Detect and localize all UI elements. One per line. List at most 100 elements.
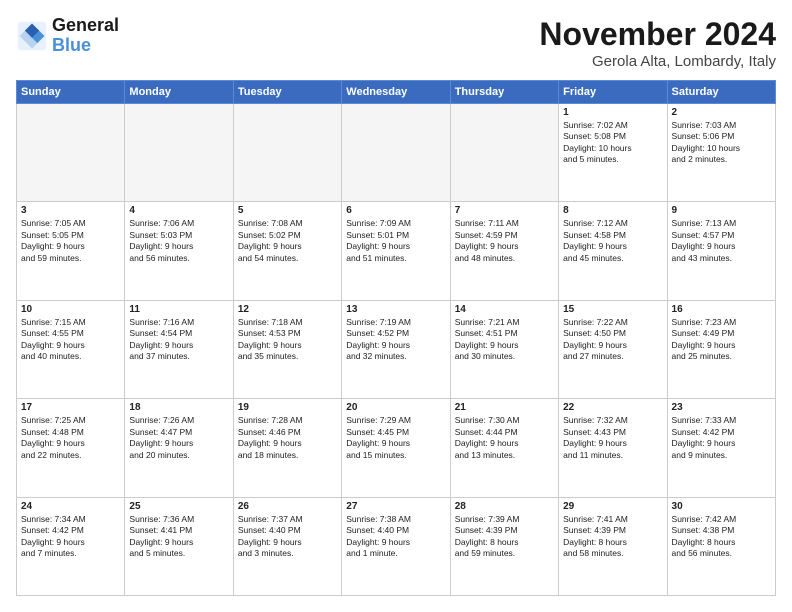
day-number: 13 <box>346 304 445 315</box>
day-info: Sunrise: 7:19 AM Sunset: 4:52 PM Dayligh… <box>346 317 445 363</box>
day-info: Sunrise: 7:03 AM Sunset: 5:06 PM Dayligh… <box>672 120 771 166</box>
calendar-cell: 17 Sunrise: 7:25 AM Sunset: 4:48 PM Dayli… <box>17 399 125 497</box>
day-number: 18 <box>129 402 228 413</box>
day-info: Sunrise: 7:36 AM Sunset: 4:41 PM Dayligh… <box>129 514 228 560</box>
calendar-cell: 11Sunrise: 7:16 AM Sunset: 4:54 PM Dayli… <box>125 300 233 398</box>
day-info: Sunrise: 7:26 AM Sunset: 4:47 PM Dayligh… <box>129 415 228 461</box>
day-number: 9 <box>672 205 771 216</box>
col-header-wednesday: Wednesday <box>342 81 450 104</box>
day-number: 23 <box>672 402 771 413</box>
calendar-cell: 21Sunrise: 7:30 AM Sunset: 4:44 PM Dayli… <box>450 399 558 497</box>
week-row: 17 Sunrise: 7:25 AM Sunset: 4:48 PM Dayli… <box>17 399 776 497</box>
calendar-cell: 18 Sunrise: 7:26 AM Sunset: 4:47 PM Dayli… <box>125 399 233 497</box>
day-info: Sunrise: 7:30 AM Sunset: 4:44 PM Dayligh… <box>455 415 554 461</box>
day-info: Sunrise: 7:37 AM Sunset: 4:40 PM Dayligh… <box>238 514 337 560</box>
calendar-cell: 23 Sunrise: 7:33 AM Sunset: 4:42 PM Dayli… <box>667 399 775 497</box>
day-number: 17 <box>21 402 120 413</box>
day-number: 2 <box>672 107 771 118</box>
calendar-cell: 13 Sunrise: 7:19 AM Sunset: 4:52 PM Dayli… <box>342 300 450 398</box>
day-info: Sunrise: 7:12 AM Sunset: 4:58 PM Dayligh… <box>563 218 662 264</box>
calendar-cell: 9 Sunrise: 7:13 AM Sunset: 4:57 PM Daylig… <box>667 202 775 300</box>
day-info: Sunrise: 7:28 AM Sunset: 4:46 PM Dayligh… <box>238 415 337 461</box>
calendar-cell: 16 Sunrise: 7:23 AM Sunset: 4:49 PM Dayli… <box>667 300 775 398</box>
day-number: 22 <box>563 402 662 413</box>
page: General Blue November 2024 Gerola Alta, … <box>0 0 792 612</box>
calendar-cell: 12 Sunrise: 7:18 AM Sunset: 4:53 PM Dayli… <box>233 300 341 398</box>
calendar-cell: 27 Sunrise: 7:38 AM Sunset: 4:40 PM Dayli… <box>342 497 450 595</box>
calendar-cell: 15 Sunrise: 7:22 AM Sunset: 4:50 PM Dayli… <box>559 300 667 398</box>
day-number: 12 <box>238 304 337 315</box>
calendar-cell: 10 Sunrise: 7:15 AM Sunset: 4:55 PM Dayli… <box>17 300 125 398</box>
day-number: 20 <box>346 402 445 413</box>
logo: General Blue <box>16 16 119 56</box>
day-number: 5 <box>238 205 337 216</box>
day-info: Sunrise: 7:15 AM Sunset: 4:55 PM Dayligh… <box>21 317 120 363</box>
day-number: 25 <box>129 501 228 512</box>
day-number: 10 <box>21 304 120 315</box>
calendar-cell <box>450 104 558 202</box>
calendar-cell: 3 Sunrise: 7:05 AM Sunset: 5:05 PM Daylig… <box>17 202 125 300</box>
day-info: Sunrise: 7:06 AM Sunset: 5:03 PM Dayligh… <box>129 218 228 264</box>
day-info: Sunrise: 7:33 AM Sunset: 4:42 PM Dayligh… <box>672 415 771 461</box>
day-number: 3 <box>21 205 120 216</box>
day-info: Sunrise: 7:11 AM Sunset: 4:59 PM Dayligh… <box>455 218 554 264</box>
day-info: Sunrise: 7:22 AM Sunset: 4:50 PM Dayligh… <box>563 317 662 363</box>
col-header-thursday: Thursday <box>450 81 558 104</box>
day-number: 4 <box>129 205 228 216</box>
calendar-cell: 22Sunrise: 7:32 AM Sunset: 4:43 PM Dayli… <box>559 399 667 497</box>
location-title: Gerola Alta, Lombardy, Italy <box>539 53 776 70</box>
day-info: Sunrise: 7:16 AM Sunset: 4:54 PM Dayligh… <box>129 317 228 363</box>
day-info: Sunrise: 7:08 AM Sunset: 5:02 PM Dayligh… <box>238 218 337 264</box>
day-info: Sunrise: 7:38 AM Sunset: 4:40 PM Dayligh… <box>346 514 445 560</box>
calendar-cell <box>342 104 450 202</box>
day-number: 15 <box>563 304 662 315</box>
calendar-cell: 30Sunrise: 7:42 AM Sunset: 4:38 PM Dayli… <box>667 497 775 595</box>
day-number: 29 <box>563 501 662 512</box>
calendar-cell <box>125 104 233 202</box>
day-info: Sunrise: 7:29 AM Sunset: 4:45 PM Dayligh… <box>346 415 445 461</box>
calendar-cell <box>17 104 125 202</box>
week-row: 24Sunrise: 7:34 AM Sunset: 4:42 PM Dayli… <box>17 497 776 595</box>
day-number: 6 <box>346 205 445 216</box>
calendar-cell: 26 Sunrise: 7:37 AM Sunset: 4:40 PM Dayli… <box>233 497 341 595</box>
day-info: Sunrise: 7:25 AM Sunset: 4:48 PM Dayligh… <box>21 415 120 461</box>
day-info: Sunrise: 7:42 AM Sunset: 4:38 PM Dayligh… <box>672 514 771 560</box>
calendar-cell: 29Sunrise: 7:41 AM Sunset: 4:39 PM Dayli… <box>559 497 667 595</box>
day-number: 7 <box>455 205 554 216</box>
calendar-cell: 20 Sunrise: 7:29 AM Sunset: 4:45 PM Dayli… <box>342 399 450 497</box>
day-info: Sunrise: 7:09 AM Sunset: 5:01 PM Dayligh… <box>346 218 445 264</box>
title-block: November 2024 Gerola Alta, Lombardy, Ita… <box>539 16 776 70</box>
day-info: Sunrise: 7:05 AM Sunset: 5:05 PM Dayligh… <box>21 218 120 264</box>
day-number: 24 <box>21 501 120 512</box>
day-number: 26 <box>238 501 337 512</box>
calendar-cell: 19 Sunrise: 7:28 AM Sunset: 4:46 PM Dayli… <box>233 399 341 497</box>
calendar-cell: 4 Sunrise: 7:06 AM Sunset: 5:03 PM Daylig… <box>125 202 233 300</box>
day-number: 27 <box>346 501 445 512</box>
col-header-saturday: Saturday <box>667 81 775 104</box>
calendar-cell: 7 Sunrise: 7:11 AM Sunset: 4:59 PM Daylig… <box>450 202 558 300</box>
day-number: 14 <box>455 304 554 315</box>
day-number: 16 <box>672 304 771 315</box>
calendar-cell <box>233 104 341 202</box>
logo-icon <box>16 20 48 52</box>
week-row: 10 Sunrise: 7:15 AM Sunset: 4:55 PM Dayli… <box>17 300 776 398</box>
day-number: 19 <box>238 402 337 413</box>
col-header-friday: Friday <box>559 81 667 104</box>
calendar-cell: 14 Sunrise: 7:21 AM Sunset: 4:51 PM Dayli… <box>450 300 558 398</box>
day-info: Sunrise: 7:21 AM Sunset: 4:51 PM Dayligh… <box>455 317 554 363</box>
col-header-sunday: Sunday <box>17 81 125 104</box>
day-info: Sunrise: 7:18 AM Sunset: 4:53 PM Dayligh… <box>238 317 337 363</box>
day-number: 1 <box>563 107 662 118</box>
day-info: Sunrise: 7:23 AM Sunset: 4:49 PM Dayligh… <box>672 317 771 363</box>
logo-text: General Blue <box>52 16 119 56</box>
calendar-cell: 8 Sunrise: 7:12 AM Sunset: 4:58 PM Daylig… <box>559 202 667 300</box>
week-row: 3 Sunrise: 7:05 AM Sunset: 5:05 PM Daylig… <box>17 202 776 300</box>
day-number: 8 <box>563 205 662 216</box>
header: General Blue November 2024 Gerola Alta, … <box>16 16 776 70</box>
calendar-cell: 6 Sunrise: 7:09 AM Sunset: 5:01 PM Daylig… <box>342 202 450 300</box>
day-info: Sunrise: 7:13 AM Sunset: 4:57 PM Dayligh… <box>672 218 771 264</box>
col-header-tuesday: Tuesday <box>233 81 341 104</box>
calendar-cell: 25 Sunrise: 7:36 AM Sunset: 4:41 PM Dayli… <box>125 497 233 595</box>
month-title: November 2024 <box>539 16 776 53</box>
day-info: Sunrise: 7:02 AM Sunset: 5:08 PM Dayligh… <box>563 120 662 166</box>
